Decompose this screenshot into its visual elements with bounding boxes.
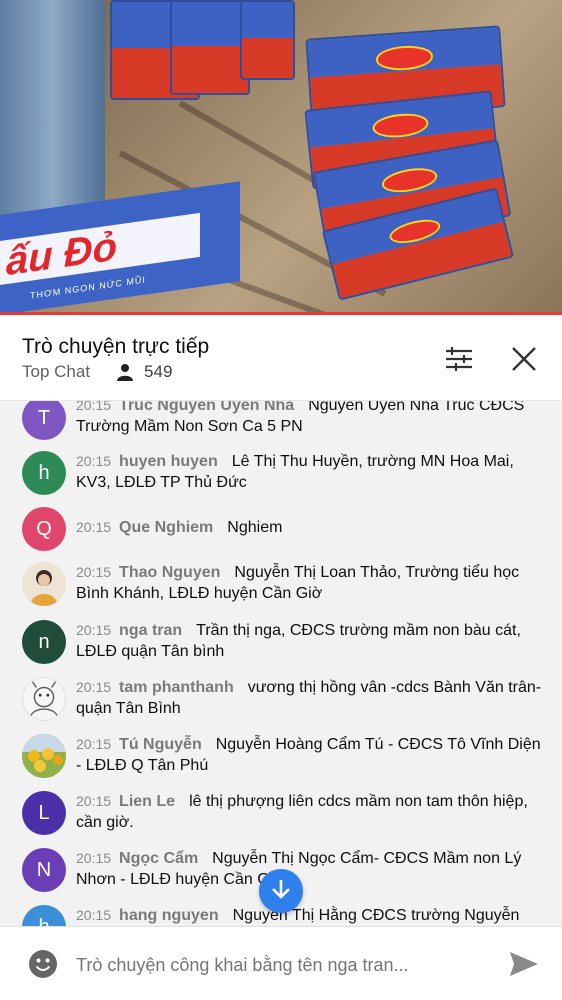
arrow-down-icon	[269, 877, 293, 906]
message-author[interactable]: Que Nghiem	[119, 519, 213, 536]
chat-message-text: 20:15 Thao Nguyen Nguyễn Thị Loan Thảo, Tr…	[76, 562, 546, 604]
scroll-to-latest-button[interactable]	[259, 869, 303, 913]
chat-title: Trò chuyện trực tiếp	[22, 335, 210, 358]
message-author[interactable]: tam phanthanh	[119, 679, 234, 696]
send-icon	[508, 952, 540, 983]
viewer-count: 549	[144, 362, 173, 381]
product-box	[170, 0, 250, 95]
chat-message-text: 20:15 Que Nghiem Nghiem	[76, 517, 546, 538]
chat-message-text: 20:15 nga tran Trần thị nga, CĐCS trường m…	[76, 620, 546, 662]
message-time: 20:15	[76, 850, 112, 866]
avatar-letter: n	[38, 630, 50, 653]
avatar[interactable]: Q	[22, 507, 66, 551]
emoji-button[interactable]	[28, 949, 58, 979]
product-box	[240, 0, 295, 80]
message-time: 20:15	[76, 622, 112, 638]
message-time: 20:15	[76, 401, 112, 413]
emoji-icon	[28, 950, 58, 983]
message-time: 20:15	[76, 793, 112, 809]
chat-header: Trò chuyện trực tiếp Top Chat 549	[0, 315, 562, 401]
avatar-drawing	[23, 678, 65, 720]
chat-message-text: 20:15 huyen huyen Lê Thị Thu Huyền, trường…	[76, 451, 546, 493]
close-chat-button[interactable]	[504, 339, 544, 379]
avatar-letter: Q	[36, 517, 52, 540]
avatar[interactable]: n	[22, 620, 66, 664]
message-time: 20:15	[76, 907, 112, 923]
message-author[interactable]: huyen huyen	[119, 453, 218, 470]
avatar[interactable]: h	[22, 905, 66, 926]
chat-input-bar	[0, 926, 562, 1000]
avatar-letter: L	[38, 801, 50, 824]
chat-message-list[interactable]: T 20:15 Truc Nguyen Uyen Nha Nguyen Uyen N…	[0, 401, 562, 926]
message-author[interactable]: Ngọc Cẩm	[119, 850, 198, 867]
chat-message-text: 20:15 Lien Le lê thị phượng liên cdcs mầm …	[76, 791, 546, 833]
avatar[interactable]: N	[22, 848, 66, 892]
chat-message-text: 20:15 Truc Nguyen Uyen Nha Nguyen Uyen Nha…	[76, 401, 546, 437]
avatar-letter: N	[36, 858, 52, 881]
send-button[interactable]	[508, 949, 540, 979]
message-time: 20:15	[76, 453, 112, 469]
message-time: 20:15	[76, 519, 112, 535]
avatar[interactable]	[22, 677, 66, 721]
video-player[interactable]: ấu Đỏ THƠM NGON NỨC MŨI	[0, 0, 562, 315]
avatar[interactable]: T	[22, 401, 66, 440]
avatar[interactable]: h	[22, 451, 66, 495]
avatar[interactable]	[22, 734, 66, 778]
avatar-letter: h	[38, 916, 49, 927]
message-author[interactable]: Lien Le	[119, 793, 175, 810]
avatar-letter: T	[37, 406, 51, 429]
message-body: Nghiem	[227, 519, 283, 536]
message-author[interactable]: hang nguyen	[119, 907, 219, 924]
avatar[interactable]: L	[22, 791, 66, 835]
message-time: 20:15	[76, 564, 112, 580]
message-author[interactable]: Truc Nguyen Uyen Nha	[119, 401, 294, 414]
chat-settings-button[interactable]	[438, 339, 478, 379]
sliders-icon	[438, 347, 478, 383]
message-author[interactable]: Thao Nguyen	[119, 564, 220, 581]
message-author[interactable]: Tú Nguyễn	[119, 736, 202, 753]
avatar[interactable]	[22, 562, 66, 606]
chat-message-input[interactable]	[76, 952, 476, 978]
close-icon	[504, 347, 544, 383]
avatar-flowers	[22, 734, 66, 778]
message-author[interactable]: nga tran	[119, 622, 182, 639]
chat-mode-label: Top Chat	[22, 362, 91, 381]
chat-message-text: 20:15 tam phanthanh vương thị hồng vân -cd…	[76, 677, 546, 719]
chat-message-text: 20:15 hang nguyen Nguyễn Thị Hằng CĐCS trư…	[76, 905, 546, 926]
avatar-photo	[22, 562, 66, 606]
box-brand-text: ấu Đỏ	[6, 224, 118, 285]
chat-message-text: 20:15 Tú Nguyễn Nguyễn Hoàng Cẩm Tú - CĐCS…	[76, 734, 546, 776]
person-icon	[116, 363, 134, 381]
message-time: 20:15	[76, 679, 112, 695]
chat-message-text: 20:15 Ngọc Cẩm Nguyễn Thị Ngọc Cẩm- CĐCS M…	[76, 848, 546, 890]
chat-mode-selector[interactable]: Top Chat 549	[22, 362, 172, 382]
avatar-letter: h	[38, 461, 50, 484]
message-time: 20:15	[76, 736, 112, 752]
